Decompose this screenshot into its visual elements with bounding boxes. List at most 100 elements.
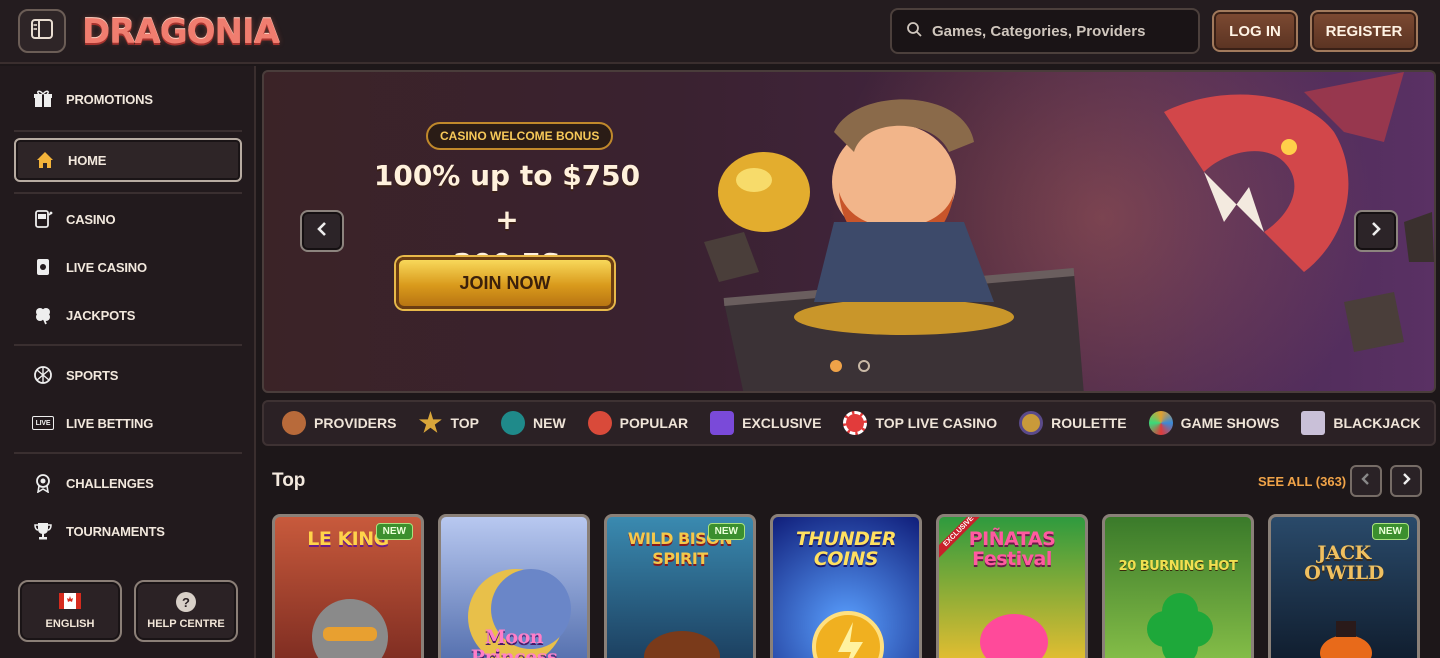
clover-art	[1147, 593, 1213, 658]
game-tile-pinatas-festival[interactable]: EXCLUSIVE PIÑATAS Festival	[936, 514, 1088, 658]
help-centre-button[interactable]: ? HELP CENTRE	[134, 580, 238, 642]
banner-dot-1[interactable]	[830, 360, 842, 372]
sidebar-item-label: SPORTS	[66, 367, 119, 383]
sidebar-item-label: CHALLENGES	[66, 475, 154, 491]
category-exclusive[interactable]: EXCLUSIVE	[710, 411, 821, 435]
section-title-top: Top	[272, 470, 306, 491]
search-box[interactable]	[890, 8, 1200, 54]
category-label: NEW	[533, 415, 566, 431]
game-tile-thunder-coins[interactable]: THUNDER COINS	[770, 514, 922, 658]
card-icon	[32, 256, 54, 278]
game-tile-wild-bison-spirit[interactable]: WILD BISON SPIRIT NEW	[604, 514, 756, 658]
roulette-icon	[1019, 411, 1044, 435]
pumpkin-art	[1320, 621, 1372, 658]
sidebar-item-casino[interactable]: CASINO	[14, 198, 242, 240]
sidebar-item-label: CASINO	[66, 211, 116, 227]
game-title: THUNDER COINS	[795, 528, 897, 570]
login-button[interactable]: LOG IN	[1212, 10, 1298, 52]
banner-prev-button[interactable]	[300, 210, 344, 252]
register-button[interactable]: REGISTER	[1310, 10, 1418, 52]
banner-next-button[interactable]	[1354, 210, 1398, 252]
clover-icon	[32, 304, 54, 326]
game-title: JACK O'WILD	[1304, 542, 1384, 584]
category-label: TOP	[450, 415, 479, 431]
star-icon	[418, 411, 442, 433]
search-icon	[906, 21, 922, 42]
chip-icon	[843, 411, 868, 435]
trophy-icon	[32, 520, 54, 542]
category-roulette[interactable]: ROULETTE	[1019, 411, 1127, 435]
game-tile-le-king[interactable]: LE KING NEW	[272, 514, 424, 658]
category-label: GAME SHOWS	[1180, 415, 1280, 431]
sidebar: PROMOTIONS HOME CASINO LIVE CASINO JACKP…	[0, 66, 256, 658]
canada-flag-icon	[59, 592, 81, 612]
top-bar: DRAGONIA LOG IN REGISTER	[0, 0, 1440, 64]
category-label: BLACKJACK	[1333, 415, 1421, 431]
sidebar-item-sports[interactable]: SPORTS	[14, 354, 242, 396]
new-badge: NEW	[1371, 523, 1409, 540]
cards-icon	[1301, 411, 1326, 435]
category-top[interactable]: TOP	[418, 411, 479, 435]
sidebar-item-promotions[interactable]: PROMOTIONS	[14, 78, 242, 120]
search-input[interactable]	[932, 22, 1192, 40]
help-label: HELP CENTRE	[147, 618, 225, 630]
chevron-left-icon	[316, 221, 328, 242]
banner-pagination	[830, 360, 870, 372]
sidebar-toggle-icon	[30, 18, 54, 45]
coin-art	[812, 611, 884, 658]
banner-dot-2[interactable]	[858, 360, 870, 372]
egg-icon	[501, 411, 525, 435]
join-now-button[interactable]: JOIN NOW	[396, 257, 614, 309]
sidebar-toggle-button[interactable]	[18, 9, 66, 53]
category-label: PROVIDERS	[314, 415, 397, 431]
sidebar-item-challenges[interactable]: CHALLENGES	[14, 462, 242, 504]
miner-and-dragon-illustration	[704, 72, 1434, 391]
category-bar: PROVIDERS TOP NEW POPULAR EXCLUSIVE TOP …	[262, 400, 1436, 446]
category-label: POPULAR	[619, 415, 689, 431]
sidebar-item-label: HOME	[68, 152, 107, 168]
language-button[interactable]: ENGLISH	[18, 580, 122, 642]
wheel-icon	[1148, 411, 1173, 435]
promo-banner: CASINO WELCOME BONUS 100% up to $750 + 2…	[262, 70, 1436, 393]
home-icon	[34, 149, 56, 171]
bison-art	[644, 631, 720, 658]
games-prev-button[interactable]	[1350, 465, 1382, 497]
sidebar-item-label: LIVE CASINO	[66, 259, 147, 275]
medal-icon	[32, 472, 54, 494]
category-label: TOP LIVE CASINO	[875, 415, 998, 431]
gem-icon	[710, 411, 735, 435]
sidebar-divider	[14, 344, 242, 346]
game-title: 20 BURNING HOT	[1118, 559, 1238, 574]
category-new[interactable]: NEW	[501, 411, 566, 435]
raccoon-art	[312, 599, 388, 658]
bonus-tag: CASINO WELCOME BONUS	[426, 122, 614, 150]
category-label: ROULETTE	[1051, 415, 1127, 431]
dragonia-logo[interactable]: DRAGONIA	[82, 10, 280, 54]
category-game-shows[interactable]: GAME SHOWS	[1148, 411, 1280, 435]
chevron-right-icon	[1401, 472, 1411, 491]
sidebar-item-label: TOURNAMENTS	[66, 523, 165, 539]
game-tile-jack-o-wild[interactable]: JACK O'WILD NEW	[1268, 514, 1420, 658]
sidebar-item-jackpots[interactable]: JACKPOTS	[14, 294, 242, 336]
game-tile-20-burning-hot[interactable]: 20 BURNING HOT	[1102, 514, 1254, 658]
game-tile-moon-princess[interactable]: Moon Princess	[438, 514, 590, 658]
category-top-live-casino[interactable]: TOP LIVE CASINO	[843, 411, 997, 435]
sidebar-item-tournaments[interactable]: TOURNAMENTS	[14, 510, 242, 552]
sidebar-divider	[14, 130, 242, 132]
category-providers[interactable]: PROVIDERS	[282, 411, 396, 435]
see-all-link[interactable]: SEE ALL (363)	[1258, 474, 1346, 489]
games-next-button[interactable]	[1390, 465, 1422, 497]
category-blackjack[interactable]: BLACKJACK	[1301, 411, 1420, 435]
category-popular[interactable]: POPULAR	[587, 411, 689, 435]
sidebar-item-home[interactable]: HOME	[14, 138, 242, 182]
game-title: Moon Princess	[470, 626, 558, 658]
sidebar-item-live-betting[interactable]: LIVE LIVE BETTING	[14, 402, 242, 444]
language-label: ENGLISH	[45, 617, 95, 630]
sidebar-item-live-casino[interactable]: LIVE CASINO	[14, 246, 242, 288]
sidebar-divider	[14, 192, 242, 194]
chevron-left-icon	[1361, 472, 1371, 491]
sidebar-item-label: JACKPOTS	[66, 307, 136, 323]
providers-icon	[282, 411, 306, 435]
live-icon: LIVE	[32, 416, 54, 430]
chevron-right-icon	[1370, 221, 1382, 242]
